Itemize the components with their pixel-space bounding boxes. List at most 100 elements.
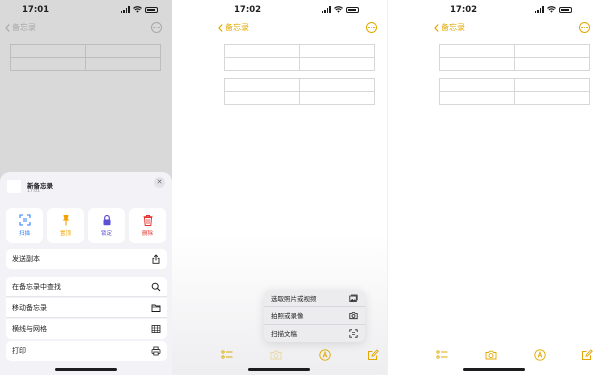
choose-photo-label: 选取照片或视频 xyxy=(271,295,317,304)
compose-button[interactable] xyxy=(581,346,593,360)
take-photo-label: 拍照或录像 xyxy=(271,312,304,321)
camera-icon xyxy=(485,350,497,360)
take-photo-item[interactable]: 拍照或录像 xyxy=(264,307,365,325)
status-icons xyxy=(534,6,572,13)
camera-button[interactable] xyxy=(485,346,497,360)
nav-bar: 备忘录 xyxy=(172,20,387,38)
scan-label: 扫描 xyxy=(18,231,30,237)
markup-button[interactable] xyxy=(319,346,331,361)
lock-button[interactable]: 锁定 xyxy=(88,208,125,243)
bottom-toolbar xyxy=(172,346,387,361)
chevron-left-icon xyxy=(434,23,439,32)
screenshot-root: 17:01 备忘录 新备忘录 17:01 ✕ 扫描 置顶 锁定 删除 发送副本 … xyxy=(0,0,600,375)
status-bar: 17:01 xyxy=(0,0,172,20)
scan-button[interactable]: 扫描 xyxy=(6,208,43,243)
close-button[interactable]: ✕ xyxy=(154,177,165,188)
note-attachment-menu-screen: 17:02 备忘录 选取照片或视频 拍照或录像 扫描文稿 xyxy=(172,0,387,375)
markup-pen-icon xyxy=(534,349,546,361)
move-note-label: 移动备忘录 xyxy=(12,303,47,312)
status-time: 17:02 xyxy=(234,5,262,15)
printer-icon xyxy=(151,346,161,356)
home-indicator[interactable] xyxy=(463,368,525,371)
home-indicator[interactable] xyxy=(248,368,310,371)
nav-bar: 备忘录 xyxy=(388,20,600,38)
lines-grids-label: 横线与网格 xyxy=(12,325,47,333)
quick-actions: 扫描 置顶 锁定 删除 xyxy=(6,208,166,243)
camera-icon xyxy=(270,350,282,360)
bottom-toolbar xyxy=(388,346,600,361)
compose-icon xyxy=(582,349,593,360)
send-copy-label: 发送副本 xyxy=(12,255,40,263)
nav-bar: 备忘录 xyxy=(0,20,172,38)
delete-label: 删除 xyxy=(141,231,153,237)
chevron-left-icon xyxy=(5,23,10,32)
battery-icon xyxy=(559,6,572,13)
pin-button[interactable]: 置顶 xyxy=(47,208,84,243)
print-label: 打印 xyxy=(12,347,26,355)
grid-icon xyxy=(151,325,161,333)
note-table-2[interactable] xyxy=(224,78,375,105)
checklist-button[interactable] xyxy=(221,346,233,359)
find-in-note-row[interactable]: 在备忘录中查找 xyxy=(6,277,167,297)
signal-icon xyxy=(534,6,544,13)
chevron-left-icon xyxy=(218,23,223,32)
note-actions-sheet: 新备忘录 17:01 ✕ 扫描 置顶 锁定 删除 发送副本 在备忘录中查找 移动… xyxy=(0,172,172,375)
document-scanner-icon xyxy=(349,329,358,338)
delete-button[interactable]: 删除 xyxy=(129,208,166,243)
back-button[interactable]: 备忘录 xyxy=(218,22,249,33)
back-button[interactable]: 备忘录 xyxy=(434,22,465,33)
back-button[interactable]: 备忘录 xyxy=(5,22,36,33)
signal-icon xyxy=(321,6,331,13)
back-label: 备忘录 xyxy=(225,23,249,32)
wifi-icon xyxy=(547,6,556,13)
note-options-screen: 17:01 备忘录 新备忘录 17:01 ✕ 扫描 置顶 锁定 删除 发送副本 … xyxy=(0,0,172,375)
more-button[interactable] xyxy=(579,22,590,33)
scan-icon xyxy=(18,214,31,226)
wifi-icon xyxy=(334,6,343,13)
markup-pen-icon xyxy=(319,349,331,361)
checklist-icon xyxy=(436,350,448,359)
note-table-2[interactable] xyxy=(439,78,590,105)
send-copy-row[interactable]: 发送副本 xyxy=(6,249,167,269)
checklist-icon xyxy=(221,350,233,359)
move-note-row[interactable]: 移动备忘录 xyxy=(6,298,167,318)
more-button[interactable] xyxy=(366,22,377,33)
lock-label: 锁定 xyxy=(100,231,112,237)
compose-icon xyxy=(368,349,379,360)
share-icon xyxy=(152,254,160,264)
pin-icon xyxy=(62,215,69,226)
note-table[interactable] xyxy=(10,44,161,71)
note-table-1[interactable] xyxy=(439,44,590,71)
choose-photo-item[interactable]: 选取照片或视频 xyxy=(264,290,365,308)
note-time: 17:01 xyxy=(27,189,40,194)
back-label: 备忘录 xyxy=(12,23,36,32)
lines-grids-row[interactable]: 横线与网格 xyxy=(6,319,167,339)
note-thumbnail xyxy=(7,180,21,193)
search-icon xyxy=(151,282,161,291)
scan-document-item[interactable]: 扫描文稿 xyxy=(264,325,365,342)
scan-document-label: 扫描文稿 xyxy=(271,330,297,339)
wifi-icon xyxy=(133,6,142,13)
print-row[interactable]: 打印 xyxy=(6,341,167,361)
back-label: 备忘录 xyxy=(441,23,465,32)
note-table-1[interactable] xyxy=(224,44,375,71)
battery-icon xyxy=(346,6,359,13)
home-indicator[interactable] xyxy=(55,368,117,371)
pin-label: 置顶 xyxy=(59,231,71,237)
checklist-button[interactable] xyxy=(436,346,448,359)
camera-icon xyxy=(349,312,358,320)
camera-button[interactable] xyxy=(270,346,282,360)
status-bar: 17:02 xyxy=(172,0,387,20)
compose-button[interactable] xyxy=(367,346,379,360)
status-icons xyxy=(321,6,359,13)
status-bar: 17:02 xyxy=(388,0,600,20)
find-in-note-label: 在备忘录中查找 xyxy=(12,282,61,291)
signal-icon xyxy=(120,6,130,13)
folder-icon xyxy=(151,304,161,312)
trash-icon xyxy=(143,215,152,226)
note-screen: 17:02 备忘录 xyxy=(387,0,600,375)
more-button[interactable] xyxy=(151,22,162,33)
markup-button[interactable] xyxy=(534,346,546,361)
status-time: 17:02 xyxy=(450,5,478,15)
status-time: 17:01 xyxy=(22,5,50,15)
